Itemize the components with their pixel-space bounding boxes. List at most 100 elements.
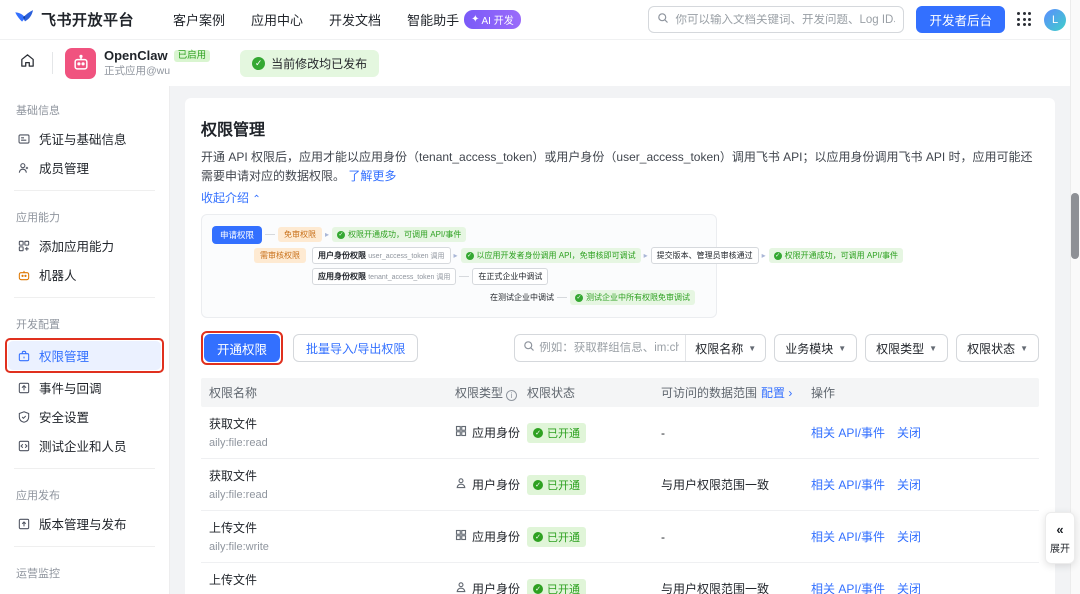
arrow-right-icon: ▸: [453, 251, 458, 260]
top-navbar: 飞书开放平台 客户案例 应用中心 开发文档 智能助手 ✦AI 开发 开发者后台 …: [0, 0, 1080, 40]
connector-line: [265, 234, 276, 235]
related-api-link[interactable]: 相关 API/事件: [811, 426, 885, 440]
check-icon: ✓: [465, 251, 474, 260]
chevron-down-icon: ▼: [929, 343, 938, 353]
permission-type: 应用身份: [472, 530, 521, 544]
app-name[interactable]: OpenClaw: [104, 48, 168, 64]
sidebar-item-version-release[interactable]: 版本管理与发布: [8, 509, 161, 538]
sidebar-item-label: 版本管理与发布: [39, 518, 127, 532]
permission-name: 获取文件: [209, 417, 258, 431]
table-row: 获取文件 aily:file:read 应用身份 ✓ 已开通 - 相关 API/事件…: [201, 407, 1039, 459]
chevron-up-icon: ⌃: [252, 194, 261, 205]
nav-item-customer-cases[interactable]: 客户案例: [173, 10, 225, 29]
sidebar-item-test-org[interactable]: 测试企业和人员: [8, 431, 161, 460]
check-icon: ✓: [533, 428, 543, 438]
brand[interactable]: 飞书开放平台: [14, 7, 134, 32]
sidebar-item-log-search[interactable]: 日志检索: [8, 587, 161, 594]
flow-tenant-token-node: 应用身份权限 tenant_access_token 调用: [312, 268, 457, 285]
feishu-logo-icon: [14, 7, 34, 32]
divider: [14, 468, 155, 469]
ai-dev-badge: ✦ AI 开发: [464, 10, 521, 29]
info-icon[interactable]: i: [506, 390, 518, 401]
flow-free-node: 免审权限: [278, 227, 323, 242]
related-api-link[interactable]: 相关 API/事件: [811, 582, 885, 594]
open-permission-button[interactable]: 开通权限: [204, 334, 281, 362]
arrow-right-icon: ▸: [761, 251, 766, 260]
test-org-icon: [16, 439, 31, 453]
scrollbar-thumb[interactable]: [1071, 193, 1079, 259]
nav-item-label: 智能助手: [407, 13, 460, 28]
sidebar-section-dev-config: 开发配置: [16, 319, 60, 331]
permission-type: 应用身份: [472, 426, 521, 440]
sidebar-item-bot[interactable]: 机器人: [8, 260, 161, 289]
check-icon: ✓: [337, 230, 346, 239]
nav-item-ai-assistant[interactable]: 智能助手 ✦ AI 开发: [407, 10, 521, 29]
nav-item-dev-docs[interactable]: 开发文档: [329, 10, 381, 29]
sidebar-section-basic-info: 基础信息: [16, 105, 60, 117]
navbar-right: 开发者后台 L: [648, 6, 1066, 33]
related-api-link[interactable]: 相关 API/事件: [811, 530, 885, 544]
nav-item-app-center[interactable]: 应用中心: [251, 10, 303, 29]
expand-panel-button[interactable]: « 展开: [1045, 512, 1075, 564]
search-icon: [657, 11, 669, 29]
close-permission-link[interactable]: 关闭: [897, 478, 921, 492]
expand-label: 展开: [1050, 543, 1070, 555]
robot-icon: [16, 268, 31, 282]
sidebar-item-add-capability[interactable]: 添加应用能力: [8, 231, 161, 260]
sidebar-item-events[interactable]: 事件与回调: [8, 373, 161, 402]
home-button[interactable]: [14, 50, 40, 76]
check-icon: ✓: [575, 293, 583, 302]
close-permission-link[interactable]: 关闭: [897, 426, 921, 440]
check-icon: ✓: [533, 584, 543, 594]
learn-more-link[interactable]: 了解更多: [348, 169, 396, 183]
divider: [14, 546, 155, 547]
permission-name: 获取文件: [209, 469, 258, 483]
global-search[interactable]: [648, 6, 905, 33]
global-search-input[interactable]: [675, 13, 896, 26]
permission-search-input[interactable]: [535, 342, 686, 354]
data-scope: -: [661, 529, 665, 544]
sidebar-section-monitoring: 运营监控: [16, 568, 60, 580]
credential-icon: [16, 132, 31, 146]
home-icon: [19, 52, 36, 74]
flow-submit-node: 提交版本、管理员审核通过: [650, 247, 759, 264]
close-permission-link[interactable]: 关闭: [897, 530, 921, 544]
permission-type: 用户身份: [472, 478, 521, 492]
page-title: 权限管理: [201, 122, 266, 139]
arrow-right-icon: ▸: [643, 251, 648, 260]
filter-permission-status[interactable]: 权限状态 ▼: [956, 334, 1039, 362]
filter-business-module[interactable]: 业务模块 ▼: [774, 334, 858, 362]
app-subtitle: 正式应用@wu: [104, 65, 171, 78]
related-api-link[interactable]: 相关 API/事件: [811, 478, 885, 492]
sidebar-item-security[interactable]: 安全设置: [8, 402, 161, 431]
col-status: 权限状态: [527, 386, 576, 400]
sidebar-item-label: 机器人: [39, 269, 77, 283]
permission-card: 权限管理 开通 API 权限后，应用才能以应用身份（tenant_access_…: [185, 98, 1055, 594]
sidebar-item-members[interactable]: 添加应用能力 成员管理: [8, 153, 161, 182]
divider: [14, 190, 155, 191]
search-field-select[interactable]: 权限名称 ▼: [685, 335, 765, 361]
filter-permission-type[interactable]: 权限类型 ▼: [865, 334, 949, 362]
flow-free-result: ✓ 权限开通成功，可调用 API/事件: [332, 227, 467, 242]
configure-link[interactable]: 配置 ›: [761, 386, 792, 400]
page-description: 开通 API 权限后，应用才能以应用身份（tenant_access_token…: [201, 150, 1033, 183]
sidebar-item-permission[interactable]: 权限管理: [8, 341, 161, 370]
table-row: 获取文件 aily:file:read 用户身份 ✓ 已开通 与用户权限范围一致 相…: [201, 459, 1039, 511]
filter-group: 权限名称▼ 业务模块▼ 权限类型▼ 权限状态▼: [514, 334, 1039, 362]
app-meta: OpenClaw 已启用 正式应用@wu: [104, 48, 211, 78]
scrollbar-track[interactable]: [1070, 0, 1080, 594]
check-icon: ✓: [533, 532, 543, 542]
permission-type: 用户身份: [472, 582, 521, 594]
main-area: 权限管理 开通 API 权限后，应用才能以应用身份（tenant_access_…: [170, 86, 1080, 594]
sidebar-item-credentials[interactable]: 凭证与基础信息: [8, 124, 161, 153]
batch-import-export-button[interactable]: 批量导入/导出权限: [293, 334, 419, 362]
permission-search[interactable]: 权限名称▼: [514, 334, 767, 362]
sidebar-item-label: 添加应用能力: [39, 240, 115, 254]
apps-grid-icon[interactable]: [1017, 12, 1032, 27]
collapse-intro-link[interactable]: 收起介绍: [201, 191, 249, 205]
avatar[interactable]: L: [1044, 8, 1066, 31]
developer-console-button[interactable]: 开发者后台: [916, 6, 1005, 33]
chevron-down-icon: ▼: [838, 343, 847, 353]
close-permission-link[interactable]: 关闭: [897, 582, 921, 594]
collapse-intro[interactable]: 收起介绍 ⌃: [201, 189, 1039, 206]
